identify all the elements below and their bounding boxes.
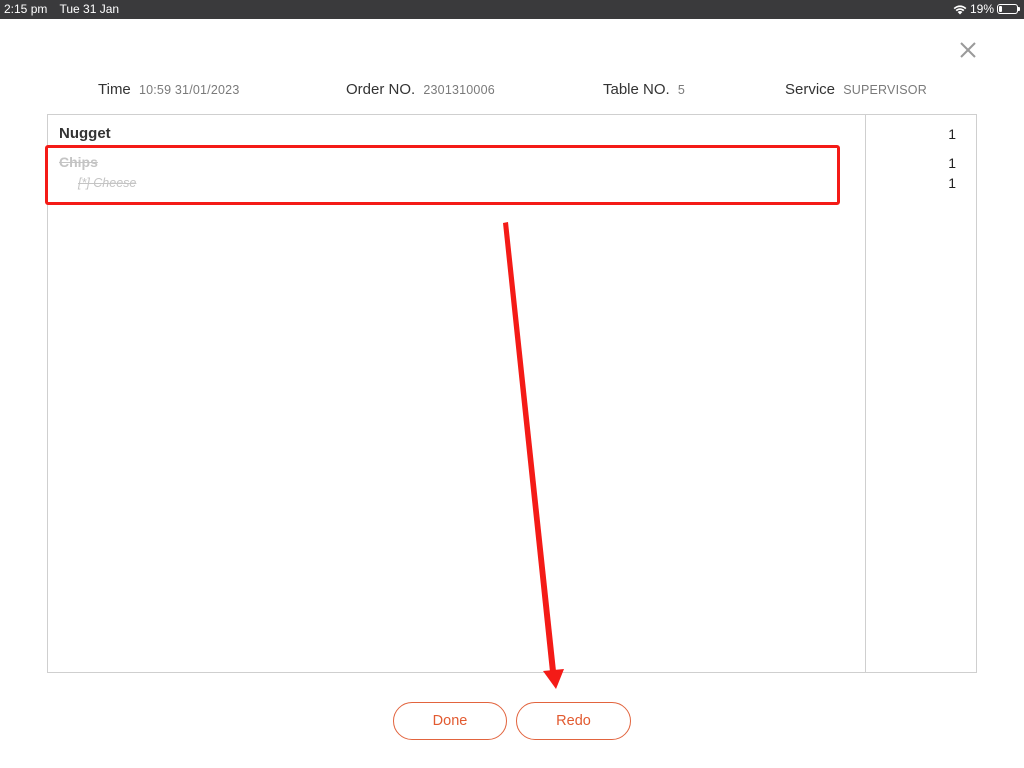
battery-percent: 19% [969,2,994,16]
order-number-value: 2301310006 [423,83,495,97]
table-number-label: Table NO. [603,81,670,98]
time-label: Time [98,81,131,98]
time-value: 10:59 31/01/2023 [138,83,240,97]
service-label: Service [785,81,836,98]
status-right: 19% [953,2,1020,16]
battery-level [999,6,1002,12]
table-number: Table NO. 5 [603,81,685,98]
redo-button[interactable]: Redo [516,702,631,740]
status-bar: 2:15 pm Tue 31 Jan 19% [0,0,1024,19]
modifier-quantity: 1 [948,175,956,191]
item-quantity: 1 [948,126,956,142]
annotation-highlight-box [45,145,840,205]
item-name[interactable]: Nugget [59,125,111,142]
order-number: Order NO. 2301310006 [346,81,495,98]
status-time: 2:15 pm [4,2,48,16]
status-date: Tue 31 Jan [59,2,120,16]
item-quantity: 1 [948,155,956,171]
order-number-label: Order NO. [346,81,416,98]
table-number-value: 5 [677,83,686,97]
battery-icon [997,4,1020,14]
status-left: 2:15 pm Tue 31 Jan [4,2,128,16]
service: Service SUPERVISOR [785,81,927,98]
quantity-column-divider [865,115,866,672]
order-time: Time 10:59 31/01/2023 [98,81,239,98]
done-button[interactable]: Done [393,702,507,740]
order-detail-screen: 2:15 pm Tue 31 Jan 19% Time 10:59 31/01/… [0,0,1024,768]
wifi-icon [953,4,967,14]
service-value: SUPERVISOR [843,83,927,97]
close-icon[interactable] [957,39,979,61]
